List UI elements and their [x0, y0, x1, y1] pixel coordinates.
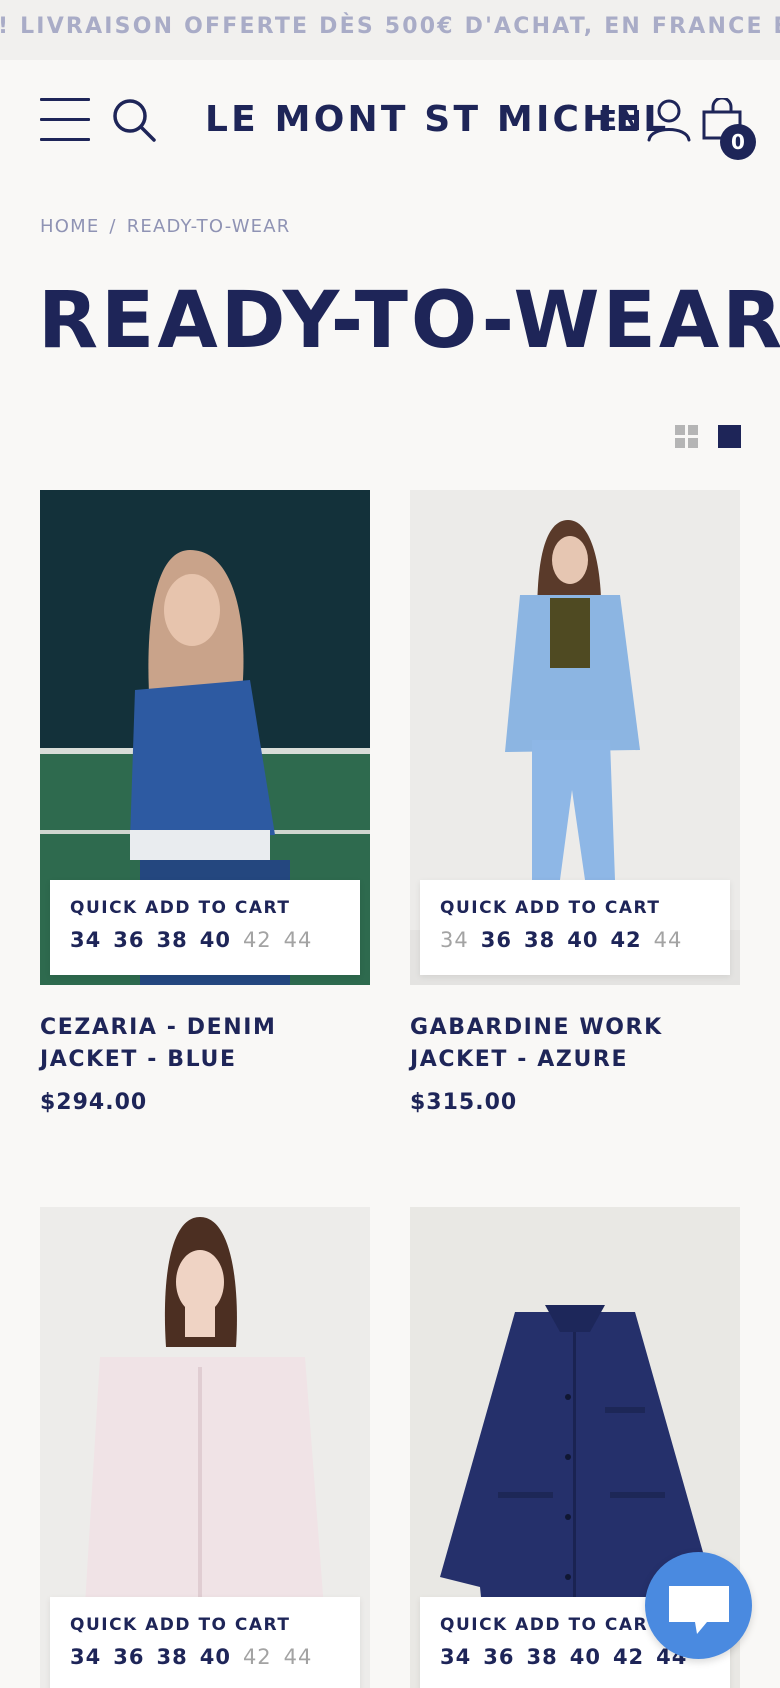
size-option-unavailable: 44 — [283, 1645, 313, 1669]
size-option-unavailable: 34 — [440, 928, 469, 952]
quick-add-panel: QUICK ADD TO CART 34 36 38 40 42 44 — [420, 880, 730, 975]
size-options: 34 36 38 40 42 44 — [70, 928, 324, 952]
size-option[interactable]: 34 — [440, 1645, 471, 1669]
search-icon[interactable] — [110, 96, 158, 144]
cart-button[interactable]: 0 — [700, 98, 756, 160]
product-price: $294.00 — [40, 1090, 148, 1115]
size-option-unavailable: 42 — [242, 928, 272, 952]
size-option[interactable]: 40 — [570, 1645, 601, 1669]
product-card: QUICK ADD TO CART 34 36 38 40 42 44 — [40, 1207, 370, 1688]
language-selector[interactable]: EN — [598, 104, 643, 137]
size-options: 34 36 38 40 42 44 — [70, 1645, 324, 1669]
brand-logo[interactable]: LE MONT ST MICHEL — [205, 100, 666, 140]
product-image[interactable]: QUICK ADD TO CART 34 36 38 40 42 44 — [40, 1207, 370, 1688]
size-option[interactable]: 36 — [113, 928, 144, 952]
size-option[interactable]: 36 — [481, 928, 512, 952]
site-header: LE MONT ST MICHEL EN 0 — [0, 60, 780, 185]
grid-view-icon[interactable] — [675, 425, 699, 449]
product-price: $315.00 — [410, 1090, 518, 1115]
chat-bubble-icon — [669, 1586, 729, 1634]
quick-add-label: QUICK ADD TO CART — [440, 898, 661, 918]
size-option[interactable]: 38 — [524, 928, 555, 952]
size-option[interactable]: 38 — [156, 1645, 187, 1669]
size-option[interactable]: 36 — [113, 1645, 144, 1669]
breadcrumb: HOME / READY-TO-WEAR — [40, 216, 290, 237]
quick-add-panel: QUICK ADD TO CART 34 36 38 40 42 44 — [50, 1597, 360, 1688]
product-name[interactable]: CEZARIA - DENIM JACKET - BLUE — [40, 1012, 370, 1076]
account-icon[interactable] — [645, 96, 693, 144]
quick-add-panel: QUICK ADD TO CART 34 36 38 40 42 44 — [50, 880, 360, 975]
breadcrumb-separator: / — [109, 216, 117, 237]
size-option[interactable]: 40 — [200, 1645, 231, 1669]
size-option[interactable]: 34 — [70, 928, 101, 952]
page-title: READY-TO-WEAR — [38, 276, 780, 366]
product-image[interactable]: QUICK ADD TO CART 34 36 38 40 42 44 — [40, 490, 370, 985]
size-option[interactable]: 38 — [156, 928, 187, 952]
breadcrumb-home[interactable]: HOME — [40, 216, 99, 237]
size-option[interactable]: 34 — [70, 1645, 101, 1669]
product-card: QUICK ADD TO CART 34 36 38 40 42 44 CEZARIA -… — [40, 490, 370, 1130]
size-option[interactable]: 36 — [483, 1645, 514, 1669]
size-option-unavailable: 42 — [242, 1645, 272, 1669]
size-option[interactable]: 40 — [567, 928, 598, 952]
breadcrumb-current: READY-TO-WEAR — [126, 216, 291, 237]
product-name[interactable]: GABARDINE WORK JACKET - AZURE — [410, 1012, 740, 1076]
single-column-view-icon[interactable] — [718, 425, 741, 448]
product-card: QUICK ADD TO CART 34 36 38 40 42 44 GABARDINE… — [410, 490, 740, 1130]
announcement-bar: ! LIVRAISON OFFERTE DÈS 500€ D'ACHAT, EN… — [0, 0, 780, 60]
announcement-text: ! LIVRAISON OFFERTE DÈS 500€ D'ACHAT, EN… — [0, 14, 780, 39]
product-image[interactable]: QUICK ADD TO CART 34 36 38 40 42 44 — [410, 490, 740, 985]
size-option[interactable]: 40 — [200, 928, 231, 952]
chat-button[interactable] — [645, 1552, 752, 1659]
size-option-unavailable: 44 — [283, 928, 313, 952]
size-options: 34 36 38 40 42 44 — [440, 928, 694, 952]
quick-add-label: QUICK ADD TO CART — [440, 1615, 661, 1635]
size-option[interactable]: 42 — [613, 1645, 644, 1669]
cart-count-badge: 0 — [720, 124, 756, 160]
size-option-unavailable: 44 — [653, 928, 683, 952]
size-option[interactable]: 42 — [610, 928, 641, 952]
quick-add-label: QUICK ADD TO CART — [70, 1615, 291, 1635]
size-option[interactable]: 38 — [526, 1645, 557, 1669]
quick-add-label: QUICK ADD TO CART — [70, 898, 291, 918]
menu-icon[interactable] — [40, 98, 90, 142]
